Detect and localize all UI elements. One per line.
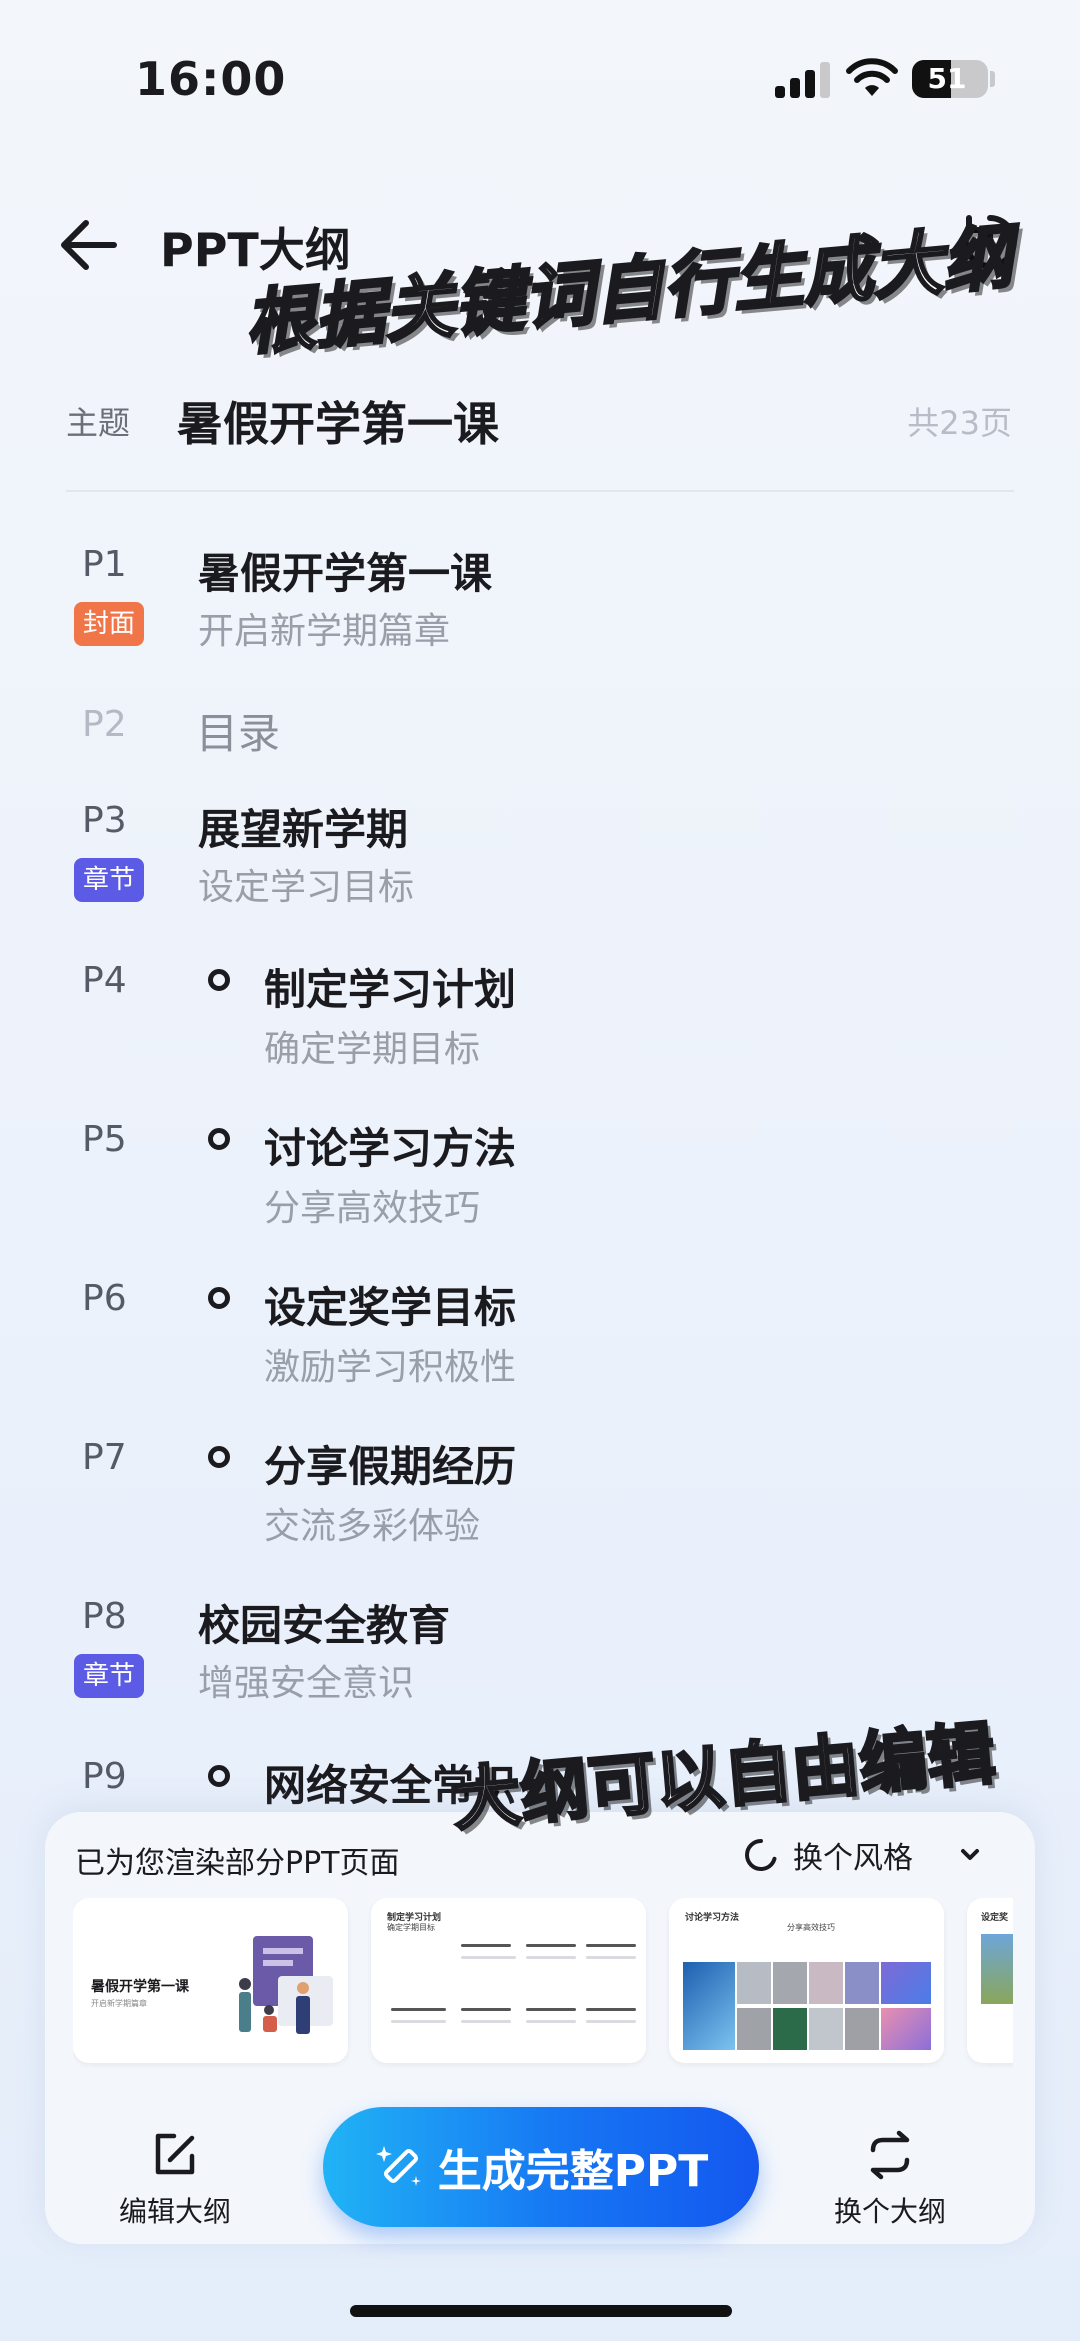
text-placeholder	[391, 2020, 446, 2023]
outline-title[interactable]: 讨论学习方法	[264, 1115, 516, 1176]
image-block	[737, 1962, 771, 2004]
text-placeholder	[461, 2008, 511, 2011]
switch-style-label: 换个风格	[793, 1841, 913, 1876]
text-placeholder	[461, 1944, 511, 1947]
edit-icon	[155, 2133, 195, 2175]
generate-ppt-button[interactable]: 生成完整PPT	[323, 2107, 759, 2227]
outline-subtitle[interactable]: 交流多彩体验	[264, 1497, 480, 1549]
battery-percent: 51	[927, 62, 967, 95]
caption-overlay-top: 根据关键词自行生成大纲	[240, 214, 1017, 366]
bullet-icon	[208, 969, 230, 991]
image-block	[809, 1962, 843, 2004]
switch-arrows-icon	[870, 2130, 910, 2180]
page-count: 共23页	[907, 404, 1012, 442]
chapter-tag: 章节	[74, 858, 144, 902]
edit-outline-label: 编辑大纲	[118, 2195, 231, 2228]
text-placeholder	[586, 1956, 636, 1959]
outline-title[interactable]: 暑假开学第一课	[198, 540, 492, 601]
thumbnail-subtitle: 开启新学期篇章	[91, 1999, 147, 2008]
wifi-icon	[846, 58, 898, 96]
slide-thumbnail[interactable]: 设定奖	[967, 1898, 1013, 2063]
cellular-signal-icon	[775, 62, 831, 98]
image-block	[981, 1934, 1013, 2004]
text-placeholder	[391, 2008, 446, 2011]
slide-thumbnail[interactable]: 制定学习计划 确定学期目标	[371, 1898, 646, 2063]
rendered-preview-label: 已为您渲染部分PPT页面	[75, 1846, 400, 1881]
outline-subtitle[interactable]: 开启新学期篇章	[198, 602, 450, 654]
thumbnail-subtitle: 确定学期目标	[387, 1923, 435, 1932]
page-number: P1	[82, 544, 127, 585]
page-number: P8	[82, 1596, 127, 1637]
outline-title[interactable]: 目录	[196, 700, 280, 761]
refresh-icon	[745, 1839, 777, 1871]
image-block	[683, 1962, 735, 2050]
thumbnail-title: 暑假开学第一课	[91, 1979, 189, 1995]
thumbnail-subtitle: 分享高效技巧	[787, 1923, 835, 1932]
theme-title[interactable]: 暑假开学第一课	[177, 388, 499, 454]
outline-subtitle[interactable]: 激励学习积极性	[264, 1338, 516, 1390]
thumbnail-title: 讨论学习方法	[685, 1913, 740, 1923]
outline-subtitle[interactable]: 分享高效技巧	[264, 1179, 480, 1231]
outline-subtitle[interactable]: 确定学期目标	[264, 1020, 480, 1072]
status-time: 16:00	[135, 52, 287, 106]
text-placeholder	[526, 2008, 576, 2011]
slide-thumbnail[interactable]: 讨论学习方法 分享高效技巧	[669, 1898, 944, 2063]
people-illustration	[239, 1936, 333, 2034]
image-block	[737, 2008, 771, 2050]
edit-outline-button[interactable]: 编辑大纲	[115, 2130, 235, 2230]
thumbnail-title: 设定奖	[981, 1913, 1009, 1923]
outline-subtitle[interactable]: 设定学习目标	[198, 858, 414, 910]
page-number: P9	[82, 1756, 127, 1797]
page-number: P3	[82, 800, 127, 841]
switch-style-button[interactable]: 换个风格	[743, 1832, 913, 1878]
text-placeholder	[526, 1956, 576, 1959]
outline-title[interactable]: 分享假期经历	[264, 1433, 516, 1494]
bullet-icon	[208, 1765, 230, 1787]
text-placeholder	[526, 2020, 576, 2023]
text-placeholder	[586, 2008, 636, 2011]
image-block	[881, 1962, 931, 2004]
outline-title[interactable]: 制定学习计划	[264, 956, 516, 1017]
outline-title[interactable]: 设定奖学目标	[264, 1274, 516, 1335]
image-block	[881, 2008, 931, 2050]
image-block	[845, 2008, 879, 2050]
switch-outline-label: 换个大纲	[833, 2195, 946, 2228]
chevron-down-icon[interactable]	[957, 1842, 983, 1868]
switch-outline-button[interactable]: 换个大纲	[825, 2130, 955, 2230]
text-placeholder	[586, 2020, 636, 2023]
text-placeholder	[586, 1944, 636, 1947]
page-number: P2	[82, 704, 127, 745]
magic-wand-icon	[375, 2146, 421, 2186]
image-block	[845, 1962, 879, 2004]
back-arrow-icon[interactable]	[56, 215, 120, 275]
thumbnail-strip[interactable]: 暑假开学第一课 开启新学期篇章 制定学习计划 确定学期目标 讨论学习方法 分享高…	[73, 1898, 1013, 2068]
battery-cap	[990, 71, 995, 87]
generate-ppt-label: 生成完整PPT	[437, 2146, 709, 2197]
divider	[66, 490, 1014, 492]
text-placeholder	[526, 1944, 576, 1947]
page-number: P6	[82, 1278, 127, 1319]
outline-title[interactable]: 校园安全教育	[198, 1592, 450, 1653]
outline-subtitle[interactable]: 增强安全意识	[198, 1654, 414, 1706]
home-indicator[interactable]	[350, 2305, 732, 2317]
bottom-panel: 已为您渲染部分PPT页面 换个风格 暑假开学第一课 开启新学期篇章 制定学习计划…	[45, 1812, 1035, 2244]
image-block	[773, 1962, 807, 2004]
bullet-icon	[208, 1287, 230, 1309]
cover-tag: 封面	[74, 602, 144, 646]
page-number: P7	[82, 1437, 127, 1478]
page-number: P5	[82, 1119, 127, 1160]
image-block	[809, 2008, 843, 2050]
image-block	[773, 2008, 807, 2050]
status-bar: 16:00 51	[0, 0, 1080, 150]
outline-title[interactable]: 展望新学期	[198, 796, 408, 857]
page-number: P4	[82, 960, 127, 1001]
battery-icon: 51	[912, 60, 988, 98]
chapter-tag: 章节	[74, 1654, 144, 1698]
text-placeholder	[461, 1956, 516, 1959]
bullet-icon	[208, 1128, 230, 1150]
theme-label: 主题	[66, 404, 131, 442]
text-placeholder	[461, 2020, 511, 2023]
bullet-icon	[208, 1446, 230, 1468]
slide-thumbnail[interactable]: 暑假开学第一课 开启新学期篇章	[73, 1898, 348, 2063]
